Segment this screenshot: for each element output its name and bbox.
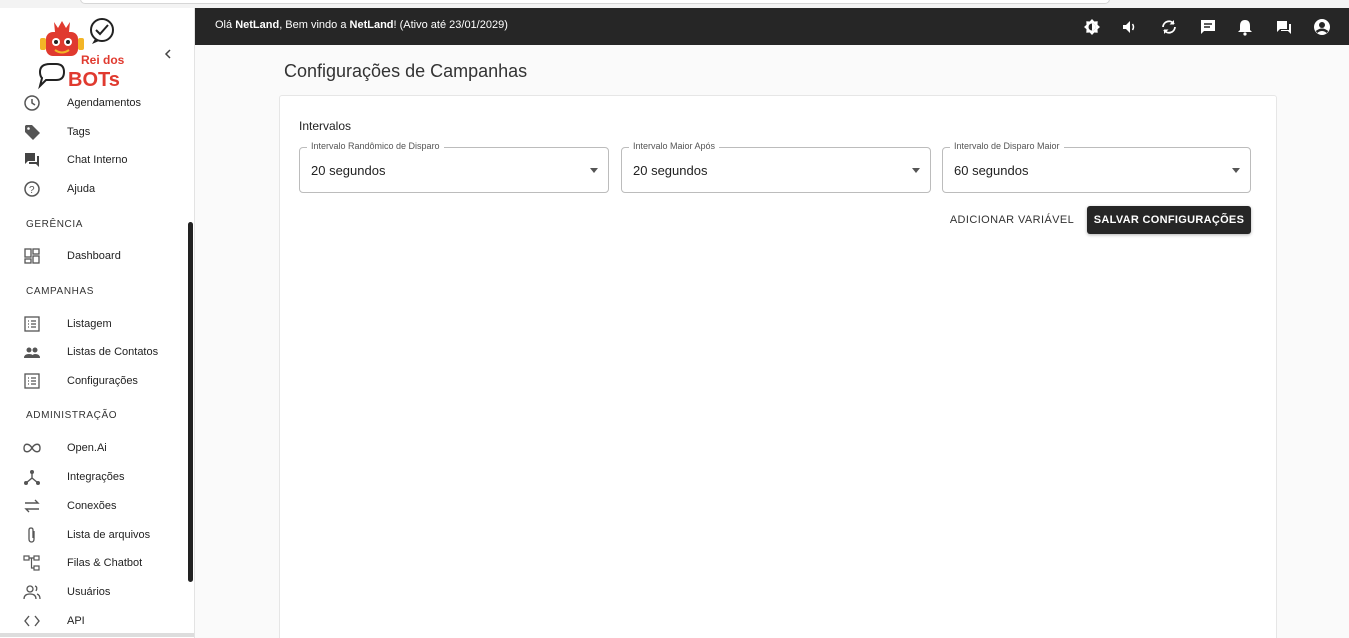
users-icon <box>22 582 42 602</box>
messages-button[interactable] <box>1198 17 1218 37</box>
volume-button[interactable] <box>1120 17 1140 37</box>
chat-button[interactable] <box>1274 17 1294 37</box>
sidebar-item-ajuda[interactable]: ? Ajuda <box>0 176 188 202</box>
sidebar-item-conexoes[interactable]: Conexões <box>0 493 188 519</box>
sidebar-item-api[interactable]: API <box>0 608 188 634</box>
greeting-text: Olá NetLand, Bem vindo a NetLand! (Ativo… <box>215 19 508 31</box>
settings-card: Intervalos Intervalo Randômico de Dispar… <box>279 95 1277 638</box>
main-content: Configurações de Campanhas Intervalos In… <box>195 45 1349 638</box>
sidebar-item-label: Usuários <box>67 586 111 598</box>
account-icon <box>1314 19 1330 35</box>
sidebar-item-label: API <box>67 615 85 627</box>
sidebar-item-label: Chat Interno <box>67 154 128 166</box>
sidebar-item-label: Dashboard <box>67 250 121 262</box>
collapse-sidebar-button[interactable] <box>158 44 178 64</box>
section-title-gerencia: GERÊNCIA <box>26 219 84 230</box>
address-bar-edge <box>80 0 1110 4</box>
sidebar-scrollbar[interactable] <box>188 222 193 582</box>
list-icon <box>22 371 42 391</box>
sidebar-item-usuarios[interactable]: Usuários <box>0 579 188 605</box>
swap-icon <box>22 496 42 516</box>
people-icon <box>22 342 42 362</box>
dropdown-arrow-icon <box>1232 168 1240 173</box>
greater-dispatch-interval-select[interactable]: Intervalo de Disparo Maior 60 segundos <box>942 141 1251 193</box>
sidebar-item-label: Configurações <box>67 375 138 387</box>
svg-text:?: ? <box>29 185 35 196</box>
select-value: 20 segundos <box>633 163 708 178</box>
select-label: Intervalo Randômico de Disparo <box>307 141 444 151</box>
greater-interval-after-select[interactable]: Intervalo Maior Após 20 segundos <box>621 141 931 193</box>
clock-icon <box>22 93 42 113</box>
sidebar-item-configuracoes[interactable]: Configurações <box>0 368 188 394</box>
add-variable-button[interactable]: ADICIONAR VARIÁVEL <box>948 206 1076 234</box>
sidebar-item-label: Ajuda <box>67 183 96 195</box>
dropdown-arrow-icon <box>590 168 598 173</box>
volume-icon <box>1123 21 1135 33</box>
sidebar-item-listas-de-contatos[interactable]: Listas de Contatos <box>0 339 188 365</box>
theme-toggle-button[interactable] <box>1082 17 1102 37</box>
sidebar-item-label: Filas & Chatbot <box>67 557 143 569</box>
sidebar-item-label: Lista de arquivos <box>67 529 151 541</box>
section-title-campanhas: CAMPANHAS <box>26 286 95 297</box>
greeting-suffix: ! (Ativo até 23/01/2029) <box>393 19 508 31</box>
logo-text-line1: Rei dos <box>81 53 125 67</box>
page-title: Configurações de Campanhas <box>284 61 528 81</box>
dashboard-icon <box>22 246 42 266</box>
code-icon <box>22 611 42 631</box>
browser-strip <box>0 0 1349 8</box>
sidebar-item-label: Listas de Contatos <box>67 346 159 358</box>
greeting-prefix: Olá <box>215 19 236 31</box>
sidebar-item-openai[interactable]: Open.Ai <box>0 435 188 461</box>
dropdown-arrow-icon <box>912 168 920 173</box>
forum-icon <box>22 150 42 170</box>
refresh-icon <box>1162 20 1176 34</box>
sidebar-bottom-scrollbar <box>0 633 194 637</box>
sidebar-item-label: Integrações <box>67 471 125 483</box>
tag-icon <box>22 122 42 142</box>
list-icon <box>22 314 42 334</box>
infinity-icon <box>22 438 42 458</box>
random-interval-select[interactable]: Intervalo Randômico de Disparo 20 segund… <box>299 141 609 193</box>
greeting-mid: , Bem vindo a <box>279 19 350 31</box>
greeting-user: NetLand <box>235 19 280 31</box>
logo-text-line2: BOTs <box>68 69 120 91</box>
attach-icon <box>22 525 42 545</box>
logo-area: Rei dos BOTs <box>0 8 194 96</box>
theme-icon <box>1084 19 1100 35</box>
select-label: Intervalo de Disparo Maior <box>950 141 1064 151</box>
sidebar-item-dashboard[interactable]: Dashboard <box>0 243 188 269</box>
sidebar-item-label: Listagem <box>67 318 112 330</box>
sidebar-item-integracoes[interactable]: Integrações <box>0 464 188 490</box>
notifications-icon <box>1238 20 1252 36</box>
account-button[interactable] <box>1312 17 1332 37</box>
greeting-company: NetLand <box>349 19 394 31</box>
hub-icon <box>22 467 42 487</box>
sidebar-item-label: Open.Ai <box>67 442 107 454</box>
sidebar-item-listagem[interactable]: Listagem <box>0 311 188 337</box>
help-icon: ? <box>22 179 42 199</box>
sidebar: Rei dos BOTs Agendamentos Tags Chat Inte… <box>0 8 195 638</box>
sidebar-item-lista-de-arquivos[interactable]: Lista de arquivos <box>0 522 188 548</box>
save-settings-button[interactable]: SALVAR CONFIGURAÇÕES <box>1087 206 1251 234</box>
chevron-left-icon <box>164 49 171 59</box>
message-icon <box>1201 20 1215 34</box>
top-bar: Olá NetLand, Bem vindo a NetLand! (Ativo… <box>195 8 1349 45</box>
refresh-button[interactable] <box>1159 17 1179 37</box>
sidebar-item-agendamentos[interactable]: Agendamentos <box>0 90 188 116</box>
sidebar-item-tags[interactable]: Tags <box>0 119 188 145</box>
sidebar-item-label: Conexões <box>67 500 117 512</box>
rei-dos-bots-logo: Rei dos BOTs <box>38 18 125 91</box>
chat-icon <box>1277 21 1291 34</box>
section-title-administracao: ADMINISTRAÇÃO <box>26 410 118 421</box>
intervals-label: Intervalos <box>299 119 352 133</box>
sidebar-item-filas-chatbot[interactable]: Filas & Chatbot <box>0 550 188 576</box>
tree-icon <box>22 553 42 573</box>
sidebar-item-label: Agendamentos <box>67 97 141 109</box>
select-value: 20 segundos <box>311 163 386 178</box>
select-value: 60 segundos <box>954 163 1029 178</box>
sidebar-item-label: Tags <box>67 126 91 138</box>
sidebar-item-chat-interno[interactable]: Chat Interno <box>0 147 188 173</box>
select-label: Intervalo Maior Após <box>629 141 720 151</box>
notifications-button[interactable] <box>1235 17 1255 37</box>
